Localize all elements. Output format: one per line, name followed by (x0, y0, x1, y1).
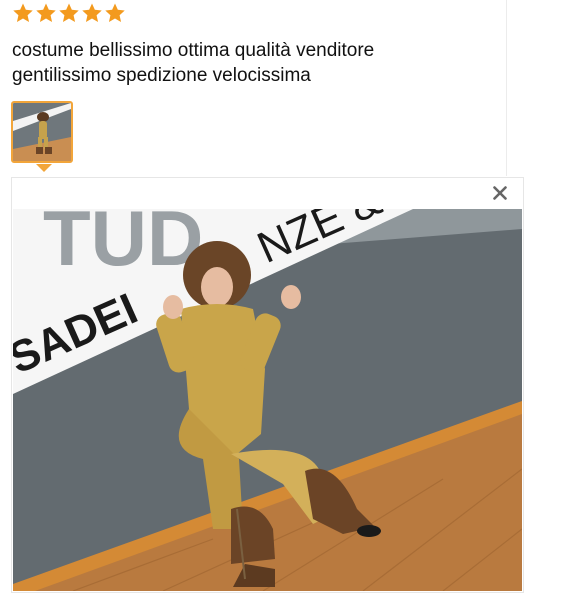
review-text-line-2: gentilissimo spedizione velocissima (12, 65, 311, 86)
photo-thumbnail-item[interactable] (11, 101, 73, 172)
viewer-toolbar (12, 178, 523, 208)
photo-thumbnail[interactable] (11, 101, 73, 163)
wall-text-top: TUD (43, 209, 203, 282)
star-icon (36, 3, 56, 22)
star-icon (13, 3, 33, 22)
selected-caret (36, 164, 52, 172)
image-viewer: TUD SADEI D NZE & (11, 177, 524, 593)
column-divider (506, 0, 507, 176)
star-icon (105, 3, 125, 22)
star-icon (82, 3, 102, 22)
review-text: costume bellissimo ottima qualità vendit… (12, 38, 492, 88)
thumbnail-image (13, 103, 71, 161)
review-photo: TUD SADEI D NZE & (13, 209, 522, 591)
close-icon (493, 186, 507, 200)
review-photo-image: TUD SADEI D NZE & (13, 209, 522, 591)
close-button[interactable] (491, 184, 509, 202)
star-rating (12, 2, 126, 24)
star-icon (59, 3, 79, 22)
review-text-line-1: costume bellissimo ottima qualità vendit… (12, 40, 375, 61)
